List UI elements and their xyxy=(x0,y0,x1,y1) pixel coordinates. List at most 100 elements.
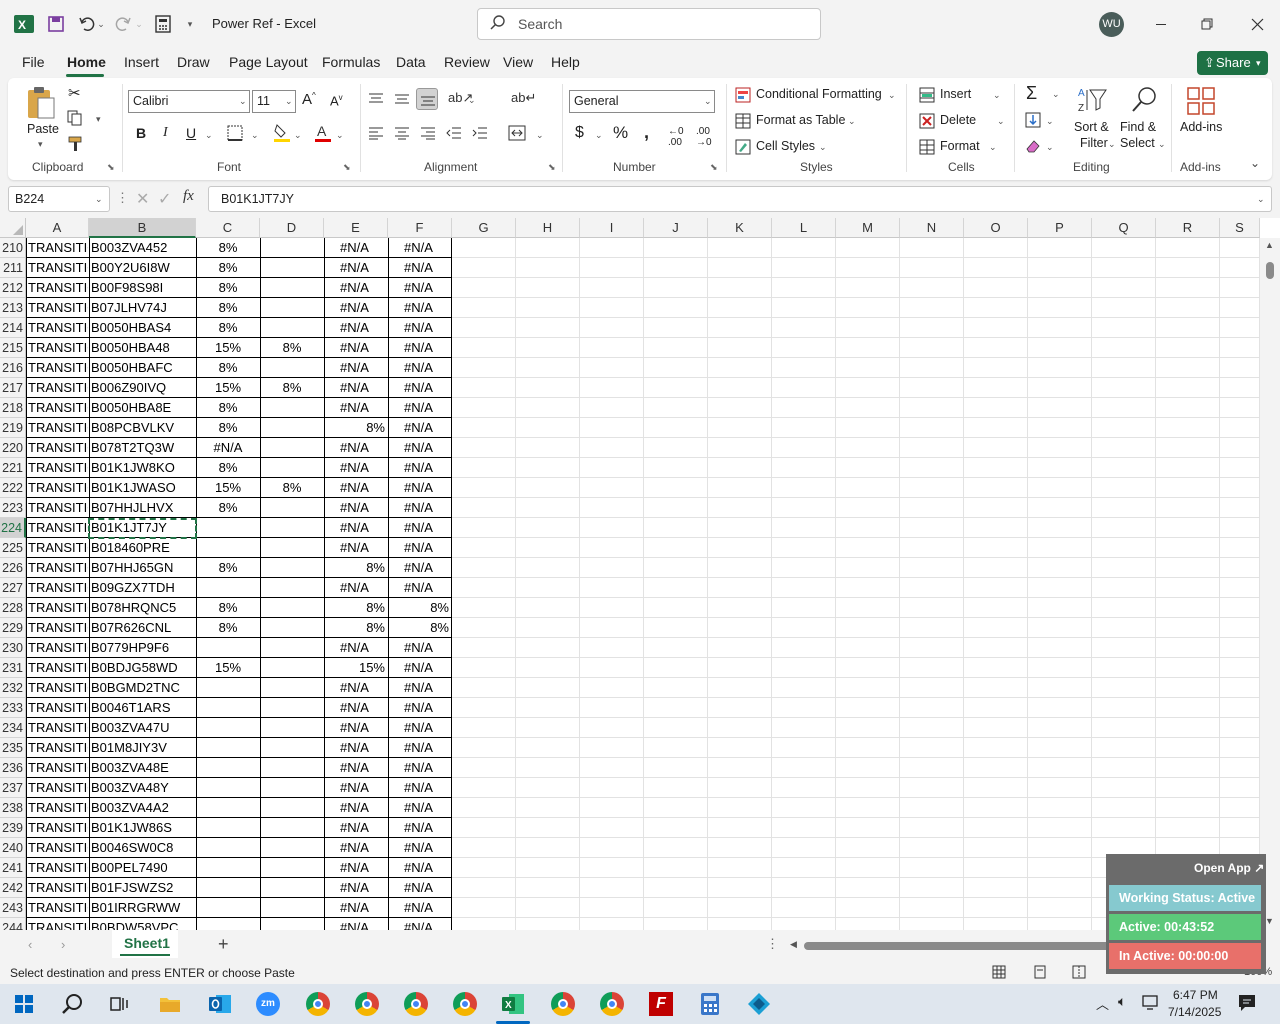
font-color-dropdown-icon[interactable]: ⌄ xyxy=(336,130,344,141)
add-ins-button[interactable]: Add-ins xyxy=(1178,84,1226,144)
increase-indent-icon[interactable] xyxy=(472,126,488,143)
cell-f-232[interactable]: #N/A xyxy=(388,678,452,698)
cell-c-232[interactable] xyxy=(196,678,260,698)
align-top-icon[interactable] xyxy=(368,92,384,109)
cell-c-222[interactable]: 15% xyxy=(196,478,260,498)
font-launcher-icon[interactable]: ⬊ xyxy=(343,162,351,173)
cell-f-219[interactable]: #N/A xyxy=(388,418,452,438)
cell-a-234[interactable]: TRANSITIO xyxy=(28,718,88,738)
cell-e-215[interactable]: #N/A xyxy=(324,338,388,358)
sheet-tab-sheet1[interactable]: Sheet1 xyxy=(112,930,178,958)
cell-a-242[interactable]: TRANSITIO xyxy=(28,878,88,898)
cell-f-231[interactable]: #N/A xyxy=(388,658,452,678)
tab-page-layout[interactable]: Page Layout xyxy=(229,54,308,70)
cell-c-235[interactable] xyxy=(196,738,260,758)
cell-c-233[interactable] xyxy=(196,698,260,718)
tab-review[interactable]: Review xyxy=(444,54,490,70)
cell-f-211[interactable]: #N/A xyxy=(388,258,452,278)
cell-d-214[interactable] xyxy=(260,318,324,338)
cell-a-217[interactable]: TRANSITIO xyxy=(28,378,88,398)
cell-f-223[interactable]: #N/A xyxy=(388,498,452,518)
restore-icon[interactable] xyxy=(1190,0,1224,48)
cell-a-222[interactable]: TRANSITIO xyxy=(28,478,88,498)
cell-d-224[interactable] xyxy=(260,518,324,538)
cell-b-235[interactable]: B01M8JIY3V xyxy=(91,738,195,758)
cell-a-221[interactable]: TRANSITIO xyxy=(28,458,88,478)
cell-d-242[interactable] xyxy=(260,878,324,898)
cell-c-223[interactable]: 8% xyxy=(196,498,260,518)
cell-f-240[interactable]: #N/A xyxy=(388,838,452,858)
italic-icon[interactable]: I xyxy=(163,125,168,141)
cell-a-241[interactable]: TRANSITIO xyxy=(28,858,88,878)
cell-d-227[interactable] xyxy=(260,578,324,598)
cell-c-221[interactable]: 8% xyxy=(196,458,260,478)
cell-d-231[interactable] xyxy=(260,658,324,678)
show-hidden-icons-icon[interactable]: ︿ xyxy=(1096,994,1109,1013)
cell-c-215[interactable]: 15% xyxy=(196,338,260,358)
cell-f-236[interactable]: #N/A xyxy=(388,758,452,778)
tab-home[interactable]: Home xyxy=(67,54,106,70)
cell-c-211[interactable]: 8% xyxy=(196,258,260,278)
cell-d-234[interactable] xyxy=(260,718,324,738)
open-app-link[interactable]: Open App ↗ xyxy=(1194,861,1264,875)
cell-c-220[interactable]: #N/A xyxy=(196,438,260,458)
cell-e-243[interactable]: #N/A xyxy=(324,898,388,918)
cell-d-235[interactable] xyxy=(260,738,324,758)
cell-e-212[interactable]: #N/A xyxy=(324,278,388,298)
row-header[interactable]: 210 xyxy=(0,238,26,258)
cell-d-239[interactable] xyxy=(260,818,324,838)
cell-c-229[interactable]: 8% xyxy=(196,618,260,638)
tab-draw[interactable]: Draw xyxy=(177,54,210,70)
spreadsheet-grid[interactable]: ABCDEFGHIJKLMNOPQRS 210 211 212 213 214 215 21… xyxy=(0,218,1280,930)
column-header-p[interactable]: P xyxy=(1028,218,1092,238)
cell-e-238[interactable]: #N/A xyxy=(324,798,388,818)
font-name-select[interactable]: Calibri ⌄ xyxy=(128,90,250,113)
cell-d-217[interactable]: 8% xyxy=(260,378,324,398)
cell-b-221[interactable]: B01K1JW8KO xyxy=(91,458,195,478)
cell-a-238[interactable]: TRANSITIO xyxy=(28,798,88,818)
cell-d-238[interactable] xyxy=(260,798,324,818)
cell-a-231[interactable]: TRANSITIO xyxy=(28,658,88,678)
align-right-icon[interactable] xyxy=(420,126,436,143)
cell-d-230[interactable] xyxy=(260,638,324,658)
cell-f-237[interactable]: #N/A xyxy=(388,778,452,798)
formula-input[interactable]: B01K1JT7JY ⌄ xyxy=(208,186,1272,212)
cell-d-215[interactable]: 8% xyxy=(260,338,324,358)
cell-e-241[interactable]: #N/A xyxy=(324,858,388,878)
cell-b-236[interactable]: B003ZVA48E xyxy=(91,758,195,778)
currency-icon[interactable]: $ xyxy=(575,124,584,142)
cell-e-216[interactable]: #N/A xyxy=(324,358,388,378)
cell-d-233[interactable] xyxy=(260,698,324,718)
cell-c-238[interactable] xyxy=(196,798,260,818)
cell-b-232[interactable]: B0BGMD2TNC xyxy=(91,678,195,698)
vertical-scrollbar[interactable]: ▲ ▼ xyxy=(1260,238,1280,930)
borders-dropdown-icon[interactable]: ⌄ xyxy=(251,130,259,141)
cell-f-244[interactable]: #N/A xyxy=(388,918,452,930)
column-header-e[interactable]: E xyxy=(324,218,388,238)
row-header[interactable]: 213 xyxy=(0,298,26,318)
cell-d-211[interactable] xyxy=(260,258,324,278)
cell-c-234[interactable] xyxy=(196,718,260,738)
underline-icon[interactable]: U xyxy=(186,125,196,141)
fill-dropdown-icon[interactable]: ⌄ xyxy=(1046,116,1054,127)
cell-f-235[interactable]: #N/A xyxy=(388,738,452,758)
cell-b-215[interactable]: B0050HBA48 xyxy=(91,338,195,358)
cell-e-231[interactable]: 15% xyxy=(324,658,388,678)
fill-icon[interactable] xyxy=(1024,112,1042,131)
cell-f-227[interactable]: #N/A xyxy=(388,578,452,598)
network-icon[interactable] xyxy=(1142,994,1160,1013)
cell-a-240[interactable]: TRANSITIO xyxy=(28,838,88,858)
cell-f-238[interactable]: #N/A xyxy=(388,798,452,818)
cell-e-218[interactable]: #N/A xyxy=(324,398,388,418)
row-header[interactable]: 217 xyxy=(0,378,26,398)
cancel-entry-icon[interactable]: ✕ xyxy=(136,189,149,209)
cell-d-237[interactable] xyxy=(260,778,324,798)
row-header[interactable]: 243 xyxy=(0,898,26,918)
cell-d-222[interactable]: 8% xyxy=(260,478,324,498)
row-header[interactable]: 233 xyxy=(0,698,26,718)
outlook-icon[interactable] xyxy=(204,988,236,1020)
cell-c-212[interactable]: 8% xyxy=(196,278,260,298)
row-header[interactable]: 224 xyxy=(0,518,26,538)
cell-b-234[interactable]: B003ZVA47U xyxy=(91,718,195,738)
filezilla-icon[interactable]: F xyxy=(645,988,677,1020)
